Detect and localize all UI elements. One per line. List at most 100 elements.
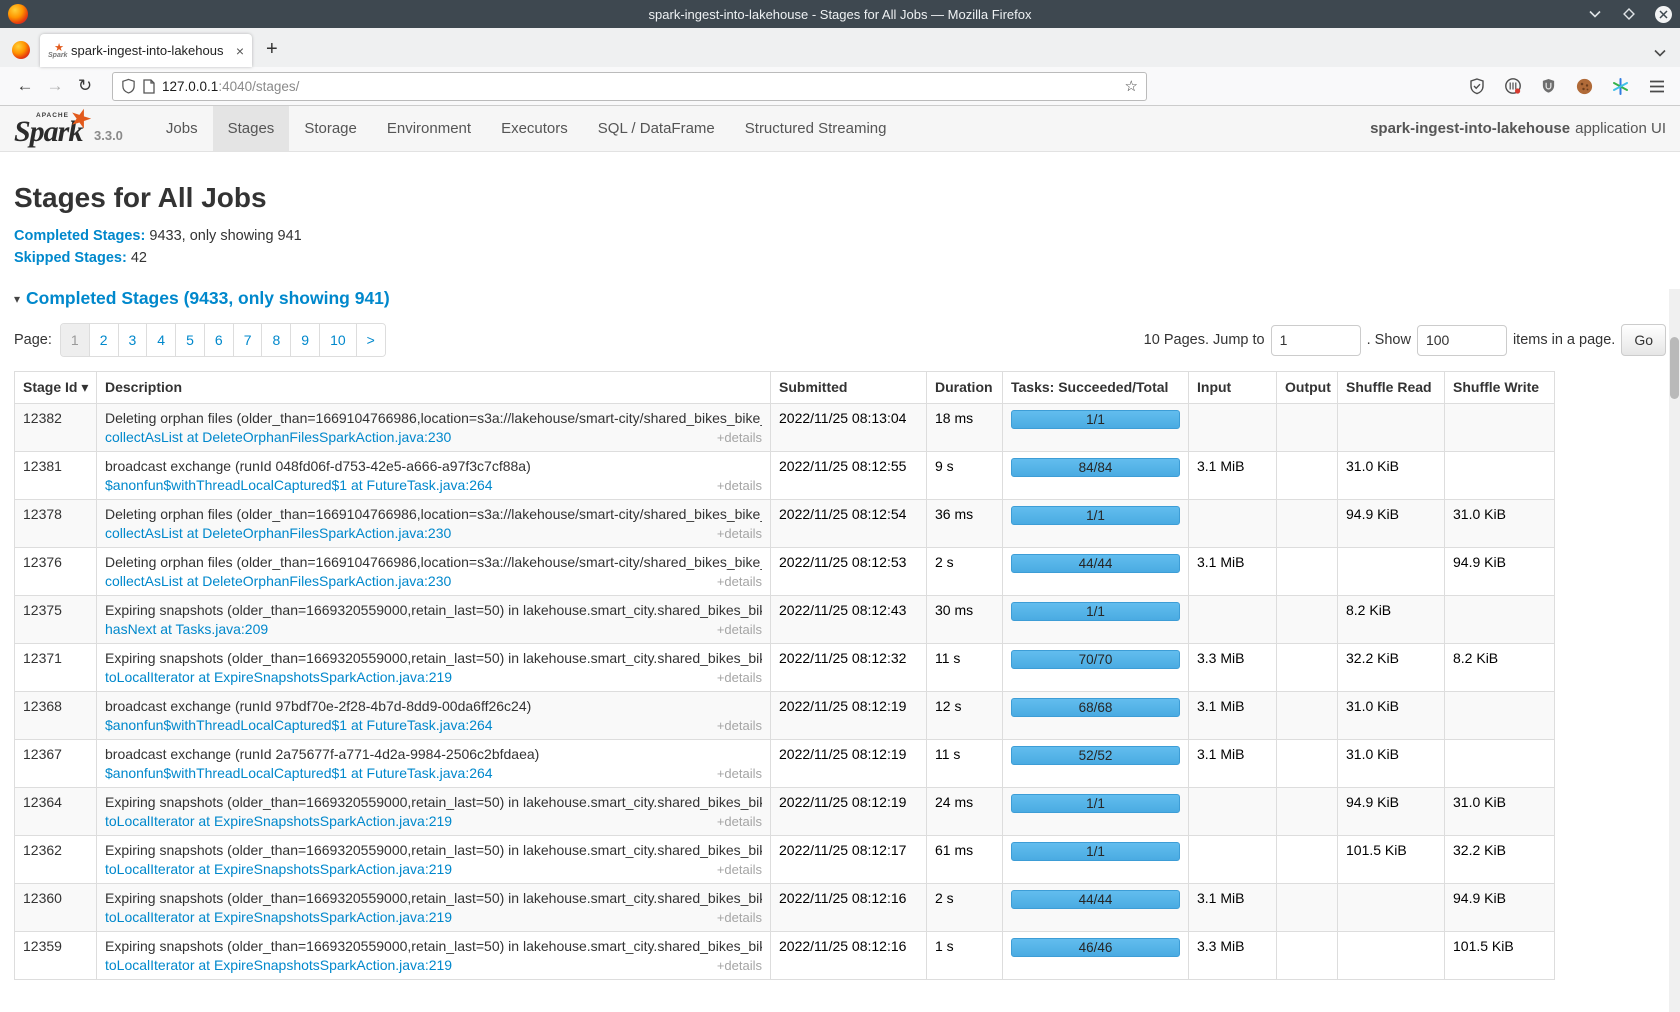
back-icon[interactable]: ← <box>10 76 40 96</box>
nav-item-storage[interactable]: Storage <box>289 106 372 151</box>
url-bar[interactable]: 127.0.0.1:4040/stages/ ☆ <box>112 72 1147 101</box>
minimize-icon[interactable] <box>1586 5 1604 23</box>
column-header-submitted[interactable]: Submitted <box>771 372 927 404</box>
page-button-2[interactable]: 2 <box>90 324 119 356</box>
stage-detail-link[interactable]: toLocalIterator at ExpireSnapshotsSparkA… <box>105 957 452 973</box>
details-toggle[interactable]: +details <box>717 574 762 589</box>
stage-detail-link[interactable]: toLocalIterator at ExpireSnapshotsSparkA… <box>105 669 452 685</box>
page-button-5[interactable]: 5 <box>176 324 205 356</box>
tasks-progress-label: 1/1 <box>1086 508 1105 523</box>
close-icon[interactable] <box>1654 5 1672 23</box>
page-button->[interactable]: > <box>357 324 385 356</box>
page-button-4[interactable]: 4 <box>147 324 176 356</box>
maximize-icon[interactable] <box>1620 5 1638 23</box>
duration-cell: 12 s <box>927 692 1003 740</box>
stage-detail-link[interactable]: collectAsList at DeleteOrphanFilesSparkA… <box>105 573 451 589</box>
nav-item-executors[interactable]: Executors <box>486 106 583 151</box>
details-toggle[interactable]: +details <box>717 958 762 973</box>
shield-check-extension-icon[interactable] <box>1467 77 1486 96</box>
tasks-cell: 1/1 <box>1003 788 1189 836</box>
page-button-1[interactable]: 1 <box>61 324 90 356</box>
stage-id-cell: 12359 <box>15 932 97 980</box>
forward-icon: → <box>40 76 70 96</box>
column-header-output[interactable]: Output <box>1277 372 1338 404</box>
tasks-progress-label: 68/68 <box>1079 700 1113 715</box>
firefox-icon-small[interactable] <box>12 41 30 59</box>
url-text[interactable]: 127.0.0.1:4040/stages/ <box>162 79 1118 94</box>
stage-detail-link[interactable]: $anonfun$withThreadLocalCaptured$1 at Fu… <box>105 477 493 493</box>
column-header-stage-id[interactable]: Stage Id ▾ <box>15 372 97 404</box>
collapse-arrow-icon: ▾ <box>14 292 20 306</box>
details-toggle[interactable]: +details <box>717 814 762 829</box>
details-toggle[interactable]: +details <box>717 862 762 877</box>
site-info-icon[interactable] <box>143 79 155 94</box>
browser-tab[interactable]: ★Spark spark-ingest-into-lakehous × <box>40 34 252 67</box>
column-header-tasks-succeeded-total[interactable]: Tasks: Succeeded/Total <box>1003 372 1189 404</box>
details-toggle[interactable]: +details <box>717 430 762 445</box>
scrollbar-thumb[interactable] <box>1670 337 1679 399</box>
stage-detail-link[interactable]: toLocalIterator at ExpireSnapshotsSparkA… <box>105 813 452 829</box>
details-toggle[interactable]: +details <box>717 766 762 781</box>
column-header-description[interactable]: Description <box>97 372 771 404</box>
nav-item-structured-streaming[interactable]: Structured Streaming <box>730 106 902 151</box>
cookie-extension-icon[interactable] <box>1575 77 1594 96</box>
firefox-icon[interactable] <box>8 4 28 24</box>
reload-icon[interactable]: ↻ <box>70 76 100 96</box>
nav-item-environment[interactable]: Environment <box>372 106 486 151</box>
stage-detail-link[interactable]: toLocalIterator at ExpireSnapshotsSparkA… <box>105 861 452 877</box>
colorful-asterisk-extension-icon[interactable] <box>1611 77 1630 96</box>
column-header-shuffle-read[interactable]: Shuffle Read <box>1338 372 1445 404</box>
tab-close-icon[interactable]: × <box>236 43 244 59</box>
go-button[interactable]: Go <box>1621 324 1666 356</box>
page-button-3[interactable]: 3 <box>119 324 148 356</box>
details-toggle[interactable]: +details <box>717 478 762 493</box>
details-toggle[interactable]: +details <box>717 910 762 925</box>
page-button-10[interactable]: 10 <box>320 324 357 356</box>
page-button-9[interactable]: 9 <box>291 324 320 356</box>
column-header-duration[interactable]: Duration <box>927 372 1003 404</box>
page-button-6[interactable]: 6 <box>205 324 234 356</box>
page-button-8[interactable]: 8 <box>262 324 291 356</box>
description-cell: Expiring snapshots (older_than=166932055… <box>97 644 771 692</box>
submitted-cell: 2022/11/25 08:12:16 <box>771 884 927 932</box>
stage-detail-link[interactable]: $anonfun$withThreadLocalCaptured$1 at Fu… <box>105 765 493 781</box>
stage-detail-link[interactable]: toLocalIterator at ExpireSnapshotsSparkA… <box>105 909 452 925</box>
stage-detail-link[interactable]: collectAsList at DeleteOrphanFilesSparkA… <box>105 429 451 445</box>
details-toggle[interactable]: +details <box>717 718 762 733</box>
stage-detail-link[interactable]: collectAsList at DeleteOrphanFilesSparkA… <box>105 525 451 541</box>
window-titlebar: spark-ingest-into-lakehouse - Stages for… <box>0 0 1680 28</box>
bookmark-star-icon[interactable]: ☆ <box>1125 77 1138 95</box>
completed-stages-section-toggle[interactable]: ▾ Completed Stages (9433, only showing 9… <box>14 288 1666 309</box>
ublock-shield-icon[interactable] <box>1539 77 1558 96</box>
show-items-input[interactable] <box>1417 325 1507 356</box>
jump-to-input[interactable] <box>1271 325 1361 356</box>
nav-item-jobs[interactable]: Jobs <box>151 106 213 151</box>
list-tabs-icon[interactable] <box>1654 49 1666 57</box>
stage-detail-link[interactable]: $anonfun$withThreadLocalCaptured$1 at Fu… <box>105 717 493 733</box>
description-cell: broadcast exchange (runId 97bdf70e-2f28-… <box>97 692 771 740</box>
details-toggle[interactable]: +details <box>717 622 762 637</box>
stage-description: Deleting orphan files (older_than=166910… <box>105 506 762 522</box>
pagination-row: Page: 12345678910> 10 Pages. Jump to . S… <box>14 323 1666 357</box>
page-content: Stages for All Jobs Completed Stages: 94… <box>0 182 1680 980</box>
menu-icon[interactable] <box>1647 77 1666 96</box>
tasks-cell: 44/44 <box>1003 884 1189 932</box>
spark-brand[interactable]: APACHE Spark ★ 3.3.0 <box>0 106 137 151</box>
details-toggle[interactable]: +details <box>717 526 762 541</box>
nav-item-sql-dataframe[interactable]: SQL / DataFrame <box>583 106 730 151</box>
table-row: 12359Expiring snapshots (older_than=1669… <box>15 932 1555 980</box>
url-path: :4040/stages/ <box>218 79 299 94</box>
shield-permissions-icon[interactable] <box>121 78 136 94</box>
page-button-7[interactable]: 7 <box>234 324 263 356</box>
stage-detail-link[interactable]: hasNext at Tasks.java:209 <box>105 621 268 637</box>
details-toggle[interactable]: +details <box>717 670 762 685</box>
table-row: 12376Deleting orphan files (older_than=1… <box>15 548 1555 596</box>
column-header-input[interactable]: Input <box>1189 372 1277 404</box>
nav-item-stages[interactable]: Stages <box>213 106 290 151</box>
shuffle-read-cell: 94.9 KiB <box>1338 500 1445 548</box>
tasks-progress-label: 46/46 <box>1079 940 1113 955</box>
scrollbar[interactable] <box>1669 289 1680 1012</box>
column-header-shuffle-write[interactable]: Shuffle Write <box>1445 372 1555 404</box>
new-tab-button[interactable]: + <box>266 38 278 61</box>
mask-extension-icon[interactable] <box>1503 77 1522 96</box>
